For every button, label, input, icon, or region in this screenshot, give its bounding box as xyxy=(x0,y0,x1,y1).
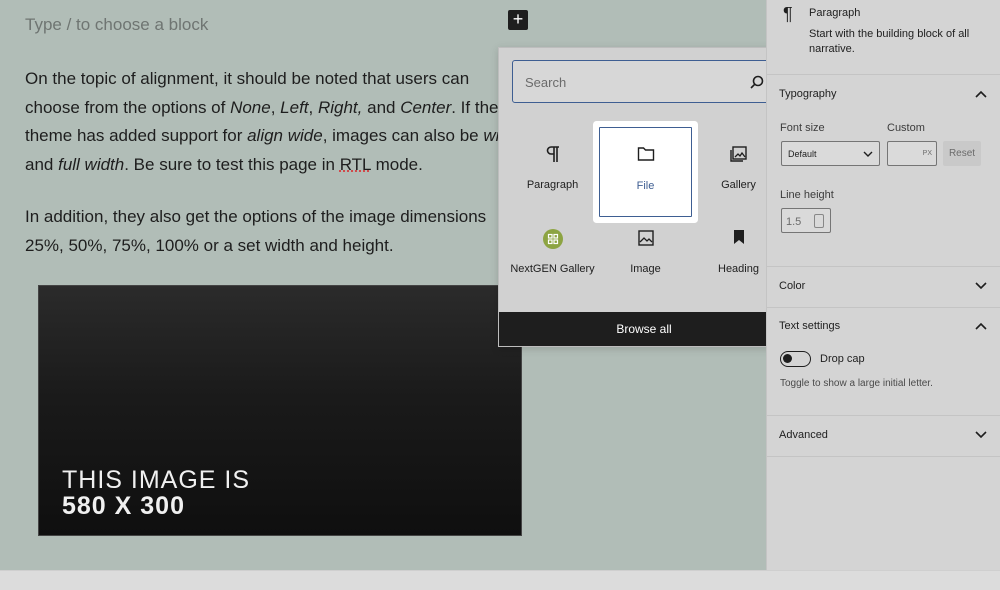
unit-label: PX xyxy=(922,150,932,157)
block-label: NextGEN Gallery xyxy=(510,263,595,275)
drop-cap-toggle[interactable] xyxy=(780,351,811,367)
block-card-description: Start with the building block of all nar… xyxy=(809,28,970,55)
panel-title: Color xyxy=(779,280,806,292)
block-card-title: Paragraph xyxy=(809,7,861,19)
custom-size-label: Custom xyxy=(887,122,925,134)
settings-sidebar: ¶ Paragraph Start with the building bloc… xyxy=(766,0,1000,570)
search-icon xyxy=(750,75,764,89)
browse-all-button[interactable]: Browse all xyxy=(499,312,789,346)
nextgen-icon xyxy=(506,229,599,249)
paragraph-text: . If the xyxy=(451,97,499,117)
inserter-search-box[interactable] xyxy=(512,60,779,103)
paragraph-text: . Be sure to test this page in xyxy=(124,154,340,174)
block-label: File xyxy=(636,180,655,192)
panel-title: Text settings xyxy=(779,320,841,332)
chevron-up-icon xyxy=(975,322,987,330)
typography-panel-toggle[interactable]: Typography xyxy=(767,75,1000,115)
paragraph-text: Left xyxy=(280,97,309,117)
chevron-up-icon xyxy=(975,90,987,98)
image-caption-line: THIS IMAGE IS xyxy=(62,466,251,494)
block-label: Paragraph xyxy=(526,179,579,191)
panel-title: Advanced xyxy=(779,429,828,441)
paragraph-text: , xyxy=(308,97,318,117)
image-block[interactable]: THIS IMAGE IS 580 X 300 xyxy=(38,285,522,536)
paragraph-text: and xyxy=(25,154,59,174)
spinner-icon[interactable] xyxy=(814,214,824,228)
paragraph-text: , images can also be xyxy=(322,126,484,145)
custom-size-input[interactable]: PX xyxy=(887,141,937,166)
add-block-button[interactable]: + xyxy=(508,10,528,30)
folder-icon xyxy=(600,146,691,166)
status-bar xyxy=(0,570,1000,590)
chevron-down-icon xyxy=(863,151,873,157)
paragraph-text: On the topic of alignment, it should be … xyxy=(25,69,470,88)
spellcheck-word: RTL xyxy=(339,154,371,174)
paragraph-icon xyxy=(506,145,599,165)
paragraph-text: choose from the options of xyxy=(25,97,231,117)
paragraph-text: , xyxy=(270,97,281,117)
line-height-value: 1.5 xyxy=(786,216,802,228)
paragraph-text: Right, xyxy=(317,97,363,117)
divider xyxy=(767,456,1000,457)
block-nextgen-gallery[interactable]: NextGEN Gallery xyxy=(506,211,599,301)
image-caption: THIS IMAGE IS 580 X 300 xyxy=(62,467,250,519)
font-size-select[interactable]: Default xyxy=(781,141,880,166)
drop-cap-help: Toggle to show a large initial letter. xyxy=(780,378,933,389)
paragraph-text: full width xyxy=(58,154,125,174)
paragraph-text: and xyxy=(362,97,401,117)
font-size-value: Default xyxy=(788,149,817,159)
paragraph-text: theme has added support for xyxy=(25,126,248,145)
advanced-panel-toggle[interactable]: Advanced xyxy=(767,416,1000,456)
paragraph-text: mode. xyxy=(370,154,423,174)
image-caption-size: 580 X 300 xyxy=(62,492,185,520)
text-settings-panel-toggle[interactable]: Text settings xyxy=(767,307,1000,347)
font-size-label: Font size xyxy=(780,122,825,134)
image-icon xyxy=(599,229,692,249)
paragraph-text: Center xyxy=(400,97,452,117)
drop-cap-label: Drop cap xyxy=(820,353,865,365)
reset-button[interactable]: Reset xyxy=(943,141,981,166)
line-height-input[interactable]: 1.5 xyxy=(781,208,831,233)
paragraph-icon: ¶ xyxy=(783,4,793,24)
toggle-knob xyxy=(783,354,792,363)
chevron-down-icon xyxy=(975,431,987,439)
paragraph-text: None xyxy=(230,97,271,117)
block-file[interactable]: File xyxy=(599,127,692,217)
block-image[interactable]: Image xyxy=(599,211,692,301)
color-panel-toggle[interactable]: Color xyxy=(767,267,1000,307)
chevron-down-icon xyxy=(975,282,987,290)
paragraph-text: align wide xyxy=(247,126,323,145)
search-input[interactable] xyxy=(525,72,735,92)
line-height-label: Line height xyxy=(780,189,834,201)
panel-title: Typography xyxy=(779,88,837,100)
block-paragraph[interactable]: Paragraph xyxy=(506,127,599,217)
block-label: Image xyxy=(630,263,661,275)
block-inserter-popover: Paragraph File Gallery NextGEN Gallery I… xyxy=(498,47,790,347)
block-placeholder[interactable]: Type / to choose a block xyxy=(25,15,208,35)
